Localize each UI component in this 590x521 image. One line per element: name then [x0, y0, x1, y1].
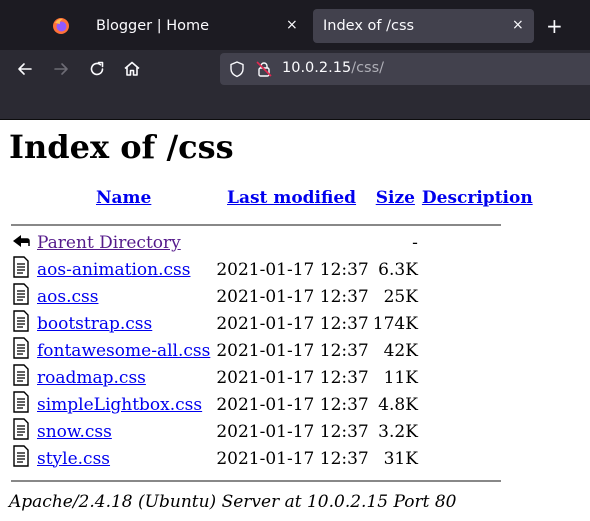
- firefox-icon[interactable]: [52, 17, 70, 35]
- file-link[interactable]: aos.css: [37, 287, 98, 307]
- bookmarks-toolbar: [0, 88, 590, 119]
- file-size: 4.8K: [378, 394, 418, 415]
- file-size: 25K: [383, 286, 418, 307]
- new-tab-button[interactable]: +: [546, 14, 563, 38]
- table-row: snow.css 2021-01-17 12:37 3.2K: [9, 418, 535, 445]
- file-link[interactable]: aos-animation.css: [37, 260, 190, 280]
- file-link[interactable]: simpleLightbox.css: [37, 395, 202, 415]
- file-link[interactable]: bootstrap.css: [37, 314, 152, 334]
- table-row: simpleLightbox.css 2021-01-17 12:37 4.8K: [9, 391, 535, 418]
- table-row: roadmap.css 2021-01-17 12:37 11K: [9, 364, 535, 391]
- text-file-icon: [13, 418, 29, 440]
- text-file-icon: [13, 391, 29, 413]
- text-file-icon: [13, 364, 29, 386]
- text-file-icon: [13, 445, 29, 467]
- file-modified: 2021-01-17 12:37: [216, 367, 369, 388]
- insecure-lock-icon[interactable]: [255, 60, 273, 78]
- file-modified: 2021-01-17 12:37: [216, 313, 369, 334]
- file-modified: 2021-01-17 12:37: [216, 340, 369, 361]
- file-size: 11K: [383, 367, 418, 388]
- parent-directory-icon: [13, 234, 30, 247]
- file-link[interactable]: fontawesome-all.css: [37, 341, 210, 361]
- table-row: style.css 2021-01-17 12:37 31K: [9, 445, 535, 472]
- server-signature: Apache/2.4.18 (Ubuntu) Server at 10.0.2.…: [9, 492, 457, 512]
- table-row: bootstrap.css 2021-01-17 12:37 174K: [9, 310, 535, 337]
- sort-by-size-link[interactable]: Size: [376, 188, 415, 208]
- browser-chrome: Blogger | Home × Index of /css × + 10.0.…: [0, 0, 590, 120]
- file-size: -: [412, 233, 418, 253]
- file-size: 3.2K: [378, 421, 418, 442]
- footer-divider: [11, 480, 501, 482]
- table-row: fontawesome-all.css 2021-01-17 12:37 42K: [9, 337, 535, 364]
- tab-close-icon[interactable]: ×: [512, 17, 524, 33]
- file-link[interactable]: roadmap.css: [37, 368, 146, 388]
- column-name-header: Name: [35, 184, 212, 212]
- forward-arrow-icon[interactable]: [50, 58, 72, 80]
- file-modified: 2021-01-17 12:37: [216, 448, 369, 469]
- url-bar[interactable]: 10.0.2.15/css/: [220, 53, 590, 85]
- shield-icon[interactable]: [228, 60, 246, 78]
- parent-directory-link[interactable]: Parent Directory: [37, 233, 181, 253]
- file-modified: 2021-01-17 12:37: [216, 421, 369, 442]
- text-file-icon: [13, 310, 29, 332]
- sort-by-name-link[interactable]: Name: [96, 188, 151, 208]
- tab-close-icon[interactable]: ×: [286, 17, 298, 33]
- column-size-header: Size: [371, 184, 420, 212]
- file-size: 6.3K: [378, 259, 418, 280]
- home-icon[interactable]: [121, 58, 143, 80]
- directory-listing: Name Last modified Size Description Pare…: [9, 184, 535, 472]
- tab-title: Blogger | Home: [96, 18, 210, 34]
- file-size: 174K: [372, 313, 418, 334]
- page-title: Index of /css: [9, 128, 234, 166]
- file-link[interactable]: snow.css: [37, 422, 112, 442]
- header-divider: [11, 224, 501, 226]
- page-content: Index of /css Name Last modified Size De…: [0, 120, 590, 521]
- tab-index-of-css[interactable]: Index of /css ×: [313, 9, 534, 43]
- reload-icon[interactable]: [86, 58, 108, 80]
- column-description-header: Description: [420, 184, 535, 212]
- table-row: aos.css 2021-01-17 12:37 25K: [9, 283, 535, 310]
- table-row: Parent Directory -: [9, 230, 535, 256]
- file-modified: 2021-01-17 12:37: [216, 259, 369, 280]
- column-modified-header: Last modified: [212, 184, 370, 212]
- table-row: aos-animation.css 2021-01-17 12:37 6.3K: [9, 256, 535, 283]
- url-path: /css/: [351, 60, 385, 76]
- file-link[interactable]: style.css: [37, 449, 110, 469]
- header-rule-row: [9, 212, 535, 230]
- back-arrow-icon[interactable]: [14, 58, 36, 80]
- tab-blogger-home[interactable]: Blogger | Home ×: [86, 9, 306, 43]
- tab-title: Index of /css: [323, 18, 415, 34]
- file-size: 42K: [383, 340, 418, 361]
- file-modified: 2021-01-17 12:37: [216, 394, 369, 415]
- sort-by-modified-link[interactable]: Last modified: [227, 188, 356, 208]
- text-file-icon: [13, 337, 29, 359]
- sort-by-description-link[interactable]: Description: [422, 188, 533, 208]
- text-file-icon: [13, 283, 29, 305]
- text-file-icon: [13, 256, 29, 278]
- file-size: 31K: [383, 448, 418, 469]
- file-modified: 2021-01-17 12:37: [216, 286, 369, 307]
- listing-header-row: Name Last modified Size Description: [9, 184, 535, 212]
- url-host: 10.0.2.15: [282, 60, 352, 76]
- url-text[interactable]: 10.0.2.15/css/: [282, 60, 384, 76]
- tab-strip: Blogger | Home × Index of /css × +: [0, 0, 590, 50]
